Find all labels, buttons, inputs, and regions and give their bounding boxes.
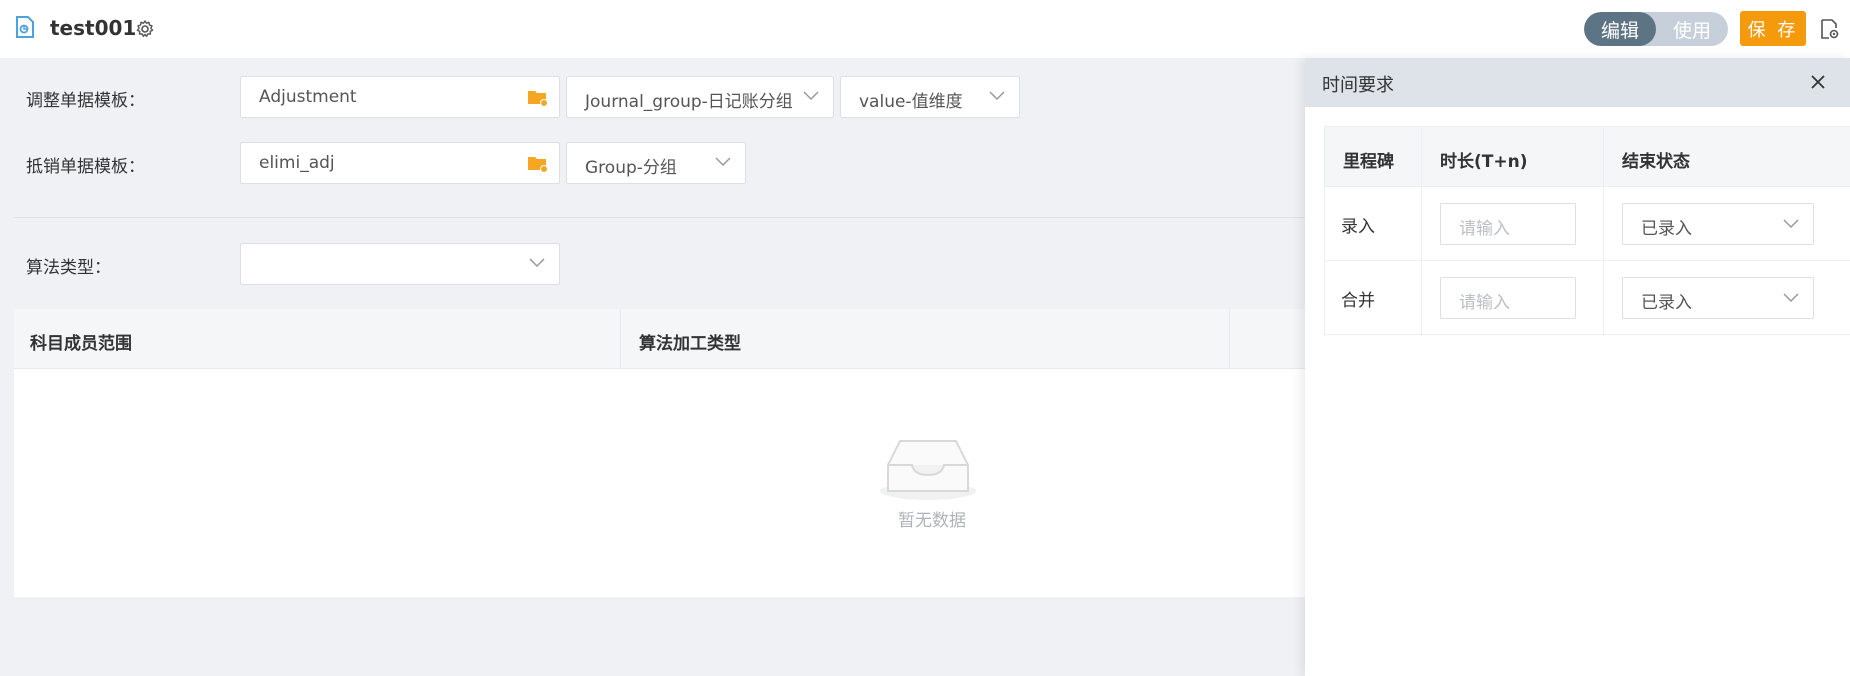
cell-divider <box>1421 127 1422 186</box>
cell-divider <box>1603 187 1604 260</box>
elimination-template-field[interactable]: elimi_adj <box>240 142 560 184</box>
save-button[interactable]: 保 存 <box>1740 11 1806 46</box>
chevron-down-icon <box>1783 293 1799 303</box>
mode-toggle[interactable]: 编辑 使用 <box>1584 12 1728 46</box>
duration-input[interactable]: 请输入 <box>1440 277 1576 319</box>
cell-divider <box>1603 261 1604 334</box>
duration-placeholder: 请输入 <box>1459 219 1510 239</box>
edit-mode-option[interactable]: 编辑 <box>1584 12 1656 46</box>
end-status-value: 已录入 <box>1641 219 1692 239</box>
adjustment-template-field[interactable]: Adjustment <box>240 76 560 118</box>
use-mode-option[interactable]: 使用 <box>1656 12 1728 46</box>
empty-box-icon <box>880 440 976 500</box>
form-divider <box>14 217 1305 218</box>
milestone-name: 合并 <box>1341 291 1375 311</box>
algorithm-type-select[interactable] <box>240 243 560 285</box>
column-header-end-status: 结束状态 <box>1622 152 1690 172</box>
folder-icon[interactable] <box>527 89 549 107</box>
group-value: Group-分组 <box>585 158 677 178</box>
milestone-name: 录入 <box>1341 217 1375 237</box>
empty-state-text: 暂无数据 <box>898 511 966 531</box>
table-row: 录入 请输入 已录入 <box>1324 187 1850 261</box>
column-header-algorithm-process-type: 算法加工类型 <box>639 334 741 354</box>
column-header-account-range: 科目成员范围 <box>30 334 132 354</box>
duration-input[interactable]: 请输入 <box>1440 203 1576 245</box>
top-bar: test001 编辑 使用 保 存 <box>0 0 1850 58</box>
time-requirement-panel: 时间要求 里程碑 时长(T+n) 结束状态 录入 请输入 已录入 合并 请输入 … <box>1305 58 1850 676</box>
column-header-duration: 时长(T+n) <box>1440 152 1528 172</box>
chevron-down-icon <box>1783 219 1799 229</box>
journal-group-value: Journal_group-日记账分组 <box>585 92 793 112</box>
column-header-milestone: 里程碑 <box>1343 152 1394 172</box>
panel-header: 时间要求 <box>1305 58 1850 107</box>
gear-icon[interactable] <box>135 19 155 39</box>
table-header: 科目成员范围 算法加工类型 <box>14 309 1305 369</box>
panel-title: 时间要求 <box>1322 75 1394 96</box>
cell-divider <box>1324 261 1325 334</box>
column-divider <box>1229 309 1230 369</box>
adjustment-template-value: Adjustment <box>259 87 357 107</box>
end-status-value: 已录入 <box>1641 293 1692 313</box>
chevron-down-icon <box>529 258 545 268</box>
value-dimension-value: value-值维度 <box>859 92 963 112</box>
algorithm-type-label: 算法类型： <box>26 258 111 278</box>
end-status-select[interactable]: 已录入 <box>1622 277 1814 319</box>
close-icon[interactable] <box>1808 72 1828 92</box>
settings-doc-icon[interactable] <box>1818 18 1840 40</box>
document-icon <box>16 16 34 38</box>
adjustment-template-label: 调整单据模板： <box>26 91 145 111</box>
end-status-select[interactable]: 已录入 <box>1622 203 1814 245</box>
milestone-table-header: 里程碑 时长(T+n) 结束状态 <box>1324 126 1850 187</box>
elimination-template-value: elimi_adj <box>259 153 335 173</box>
chevron-down-icon <box>715 157 731 167</box>
cell-divider <box>1603 127 1604 186</box>
folder-icon[interactable] <box>527 155 549 173</box>
account-table: 科目成员范围 算法加工类型 暂无数据 <box>14 309 1305 597</box>
elimination-template-label: 抵销单据模板： <box>26 157 145 177</box>
cell-divider <box>1421 261 1422 334</box>
table-row: 合并 请输入 已录入 <box>1324 261 1850 335</box>
chevron-down-icon <box>989 91 1005 101</box>
group-select[interactable]: Group-分组 <box>566 142 746 184</box>
value-dimension-select[interactable]: value-值维度 <box>840 76 1020 118</box>
page-title: test001 <box>50 16 137 40</box>
chevron-down-icon <box>803 91 819 101</box>
column-divider <box>620 309 621 369</box>
journal-group-select[interactable]: Journal_group-日记账分组 <box>566 76 834 118</box>
cell-divider <box>1324 187 1325 260</box>
duration-placeholder: 请输入 <box>1459 293 1510 313</box>
cell-divider <box>1421 187 1422 260</box>
cell-divider <box>1324 127 1325 186</box>
